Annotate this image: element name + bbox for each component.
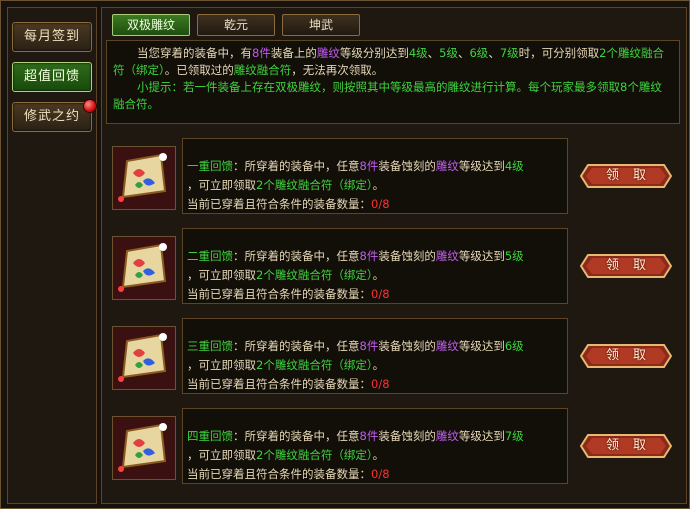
claim-button[interactable]: 领取 [579, 162, 673, 190]
sidebar-item-xiuwu-pact[interactable]: 修武之约 [12, 99, 97, 132]
reward-description: 二重回馈：所穿着的装备中，任意8件装备蚀刻的雕纹等级达到5级 ，可立即领取2个雕… [182, 228, 568, 304]
reward-row-4: 四重回馈：所穿着的装备中，任意8件装备蚀刻的雕纹等级达到7级 ，可立即领取2个雕… [112, 408, 682, 486]
sidebar-item-monthly-signin[interactable]: 每月签到 [12, 22, 92, 52]
main-panel: 双极雕纹 乾元 坤武 当您穿着的装备中，有8件装备上的雕纹等级分别达到4级、5级… [101, 7, 687, 504]
red-dot-icon [83, 99, 97, 113]
reward-row-2: 二重回馈：所穿着的装备中，任意8件装备蚀刻的雕纹等级达到5级 ，可立即领取2个雕… [112, 228, 682, 306]
info-tip: 小提示：若一件装备上存在双极雕纹，则按照其中等级最高的雕纹进行计算。每个玩家最多… [113, 80, 662, 111]
claim-button-label: 领取 [605, 438, 660, 453]
claim-button[interactable]: 领取 [579, 252, 673, 280]
reward-row-1: 一重回馈：所穿着的装备中，任意8件装备蚀刻的雕纹等级达到4级 ，可立即领取2个雕… [112, 138, 682, 216]
claim-button[interactable]: 领取 [579, 342, 673, 370]
progress-count: 0/8 [371, 197, 390, 211]
scroll-icon [112, 146, 176, 210]
reward-description: 一重回馈：所穿着的装备中，任意8件装备蚀刻的雕纹等级达到4级 ，可立即领取2个雕… [182, 138, 568, 214]
sidebar: 每月签到 超值回馈 修武之约 [7, 7, 97, 504]
reward-description: 四重回馈：所穿着的装备中，任意8件装备蚀刻的雕纹等级达到7级 ，可立即领取2个雕… [182, 408, 568, 484]
tab-kunwu[interactable]: 坤武 [282, 14, 360, 36]
claim-button-label: 领取 [605, 258, 660, 273]
claim-button-label: 领取 [605, 348, 660, 363]
progress-count: 0/8 [371, 377, 390, 391]
info-paragraph-1: 当您穿着的装备中，有8件装备上的雕纹等级分别达到4级、5级、6级、7级时，可分别… [113, 46, 664, 77]
sidebar-item-value-reward[interactable]: 超值回馈 [12, 62, 92, 92]
scroll-icon [112, 326, 176, 390]
window-frame: 每月签到 超值回馈 修武之约 双极雕纹 乾元 坤武 当您穿着的装备中，有8件装备… [0, 0, 690, 509]
info-box: 当您穿着的装备中，有8件装备上的雕纹等级分别达到4级、5级、6级、7级时，可分别… [106, 40, 680, 124]
sidebar-item-label: 修武之约 [23, 109, 80, 124]
scroll-icon [112, 236, 176, 300]
reward-row-3: 三重回馈：所穿着的装备中，任意8件装备蚀刻的雕纹等级达到6级 ，可立即领取2个雕… [112, 318, 682, 396]
progress-count: 0/8 [371, 287, 390, 301]
tab-dual-carving[interactable]: 双极雕纹 [112, 14, 190, 36]
scroll-icon [112, 416, 176, 480]
claim-button-label: 领取 [605, 168, 660, 183]
progress-count: 0/8 [371, 467, 390, 481]
reward-description: 三重回馈：所穿着的装备中，任意8件装备蚀刻的雕纹等级达到6级 ，可立即领取2个雕… [182, 318, 568, 394]
claim-button[interactable]: 领取 [579, 432, 673, 460]
tab-qianyuan[interactable]: 乾元 [197, 14, 275, 36]
